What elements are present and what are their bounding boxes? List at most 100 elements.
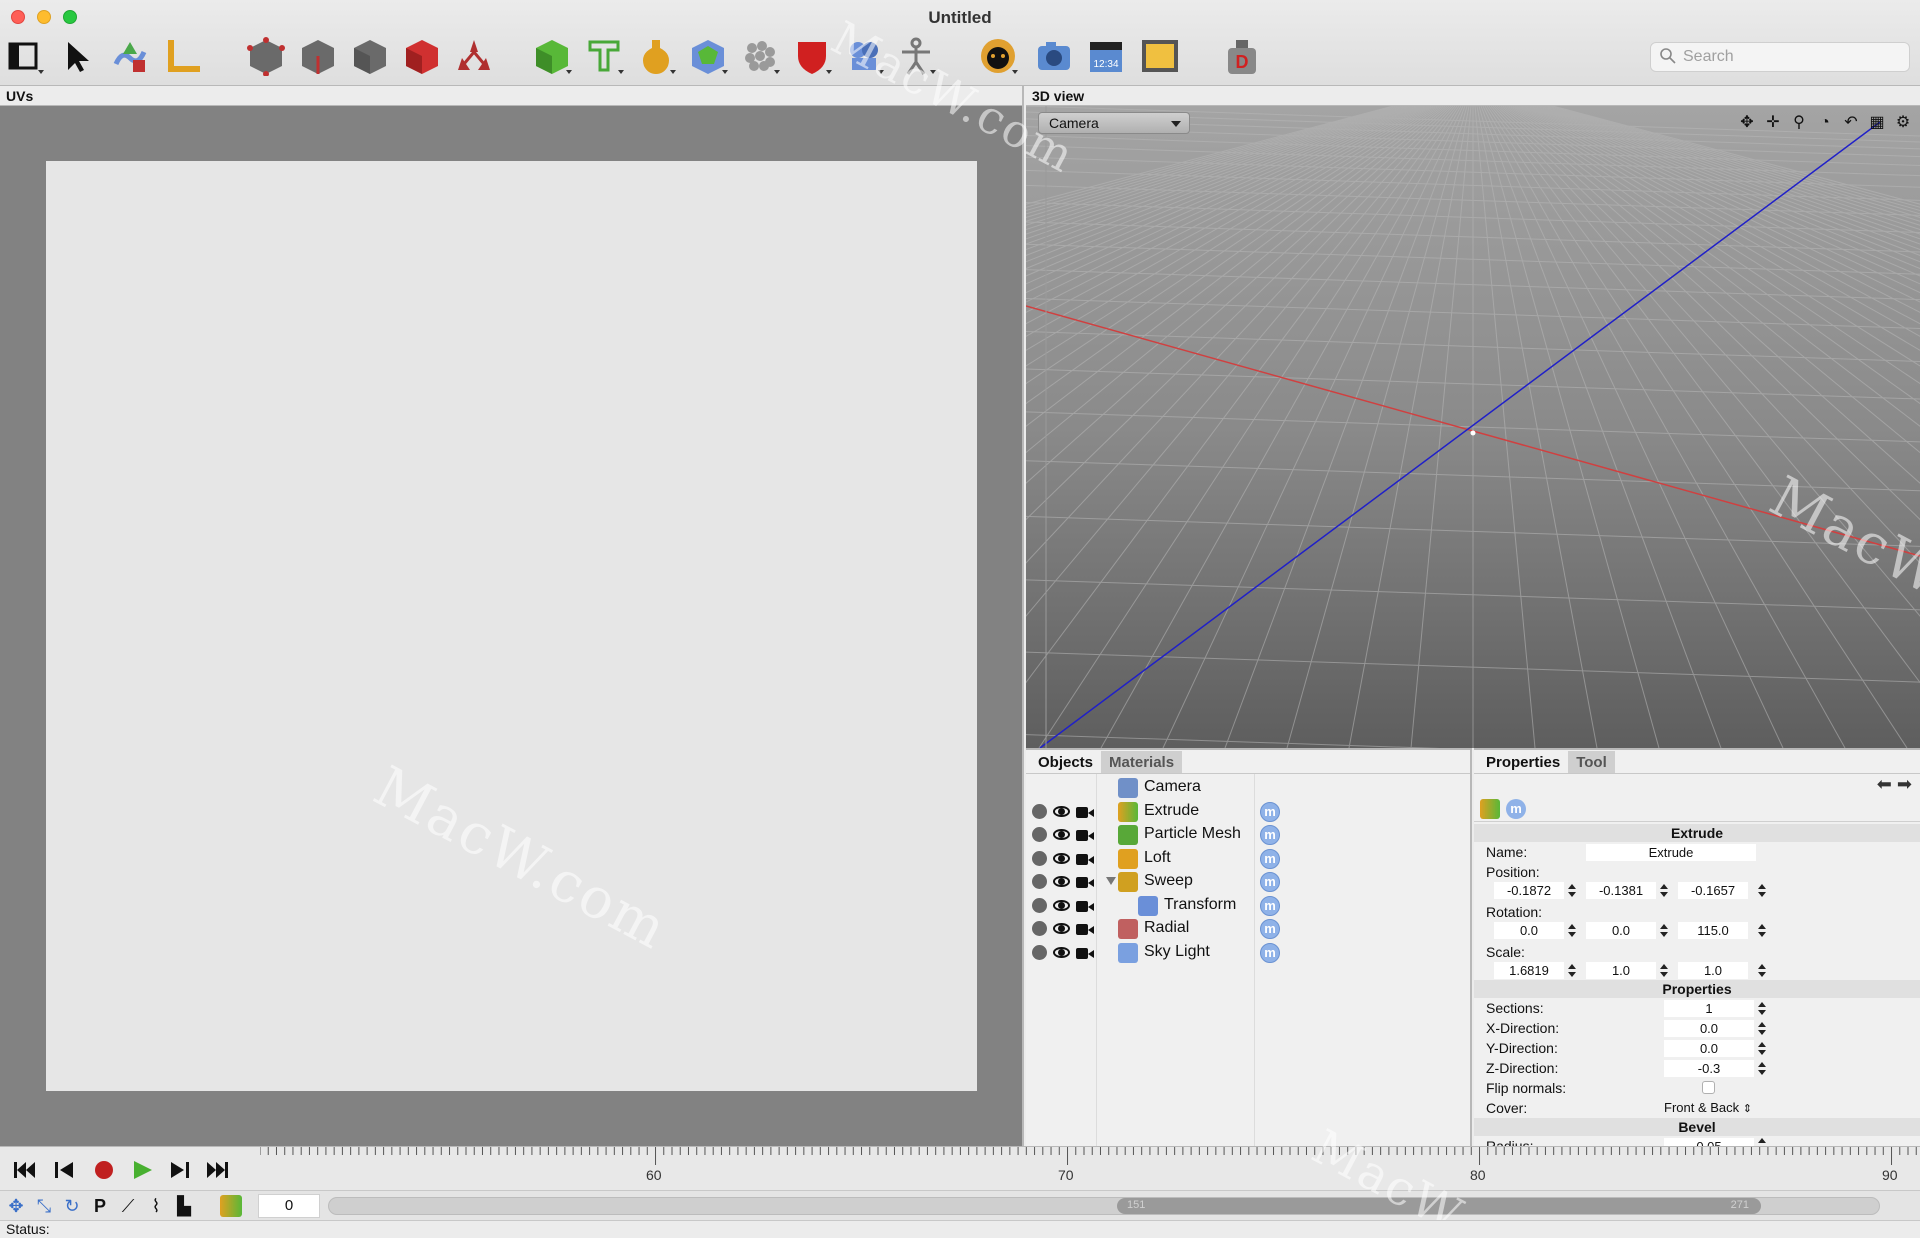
move-icon[interactable]: ✥ <box>6 1195 26 1217</box>
material-badge-icon[interactable]: m <box>1260 942 1280 963</box>
pan-view-icon[interactable]: ✛ <box>1764 114 1782 132</box>
edit-points-icon[interactable] <box>244 34 288 78</box>
tab-tool[interactable]: Tool <box>1568 751 1615 773</box>
scale-z-field[interactable]: 1.0 <box>1678 962 1748 979</box>
rotation-x-stepper[interactable] <box>1568 924 1576 938</box>
material-badge-icon[interactable]: m <box>1260 848 1280 869</box>
search-input[interactable] <box>1683 48 1903 66</box>
scale-x-stepper[interactable] <box>1568 964 1576 978</box>
time-scrubber[interactable]: 151 271 <box>328 1197 1880 1215</box>
search-field[interactable] <box>1650 42 1910 72</box>
z-direction-stepper[interactable] <box>1758 1062 1766 1076</box>
rotation-z-stepper[interactable] <box>1758 924 1766 938</box>
layout-icon[interactable] <box>2 34 46 78</box>
lock-dot-icon[interactable] <box>1032 827 1047 842</box>
position-y-field[interactable]: -0.1381 <box>1586 882 1656 899</box>
step-back-icon[interactable] <box>52 1159 76 1181</box>
play-icon[interactable] <box>130 1159 154 1181</box>
reset-view-icon[interactable]: ◔ <box>1816 114 1834 132</box>
lock-dot-icon[interactable] <box>1032 897 1047 913</box>
eye-icon[interactable] <box>1053 945 1070 960</box>
render-camera-icon[interactable] <box>1076 922 1094 935</box>
figure-icon[interactable] <box>894 34 938 78</box>
zoom-view-icon[interactable]: ⚲ <box>1790 114 1808 132</box>
x-direction-stepper[interactable] <box>1758 1022 1766 1036</box>
lock-dot-icon[interactable] <box>1032 850 1047 866</box>
tab-materials[interactable]: Materials <box>1101 751 1183 773</box>
uv-canvas[interactable] <box>46 161 977 1091</box>
rotation-x-field[interactable]: 0.0 <box>1494 922 1564 939</box>
object-row[interactable]: Sky Light m <box>1026 941 1470 965</box>
skeleton-icon[interactable] <box>452 34 496 78</box>
tab-properties[interactable]: Properties <box>1478 751 1569 773</box>
eye-icon[interactable] <box>1053 804 1070 819</box>
scale-y-stepper[interactable] <box>1660 964 1668 978</box>
ruler-icon[interactable] <box>160 34 204 78</box>
select-arrow-icon[interactable] <box>56 34 100 78</box>
material-badge-icon[interactable]: m <box>1260 895 1280 916</box>
material-badge-icon[interactable]: m <box>1260 919 1280 939</box>
group-icon[interactable] <box>842 34 886 78</box>
render-camera-icon[interactable] <box>1076 899 1094 912</box>
text-icon[interactable] <box>582 34 626 78</box>
position-z-stepper[interactable] <box>1758 884 1766 898</box>
object-row[interactable]: Loft m <box>1026 847 1470 871</box>
lock-dot-icon[interactable] <box>1032 803 1047 819</box>
forward-end-icon[interactable] <box>206 1159 230 1181</box>
pose-icon[interactable]: P <box>90 1195 110 1217</box>
edit-faces-icon[interactable] <box>348 34 392 78</box>
graph-icon[interactable]: ▙ <box>174 1195 194 1217</box>
cover-select[interactable]: Front & Back ⇕ <box>1664 1100 1752 1115</box>
clapper-icon[interactable]: 12:34 <box>1084 34 1128 78</box>
movie-icon[interactable] <box>1138 34 1182 78</box>
rotate-view-icon[interactable]: ✥ <box>1738 114 1756 132</box>
eye-icon[interactable] <box>1053 827 1070 842</box>
object-row[interactable]: Particle Mesh m <box>1026 823 1470 847</box>
position-x-field[interactable]: -0.1872 <box>1494 882 1564 899</box>
object-row[interactable]: Sweep m <box>1026 870 1470 894</box>
eye-icon[interactable] <box>1053 874 1070 889</box>
forward-arrow-icon[interactable]: ➡ <box>1897 774 1912 794</box>
shield-icon[interactable] <box>790 34 834 78</box>
rotate-icon[interactable]: ↻ <box>62 1195 82 1217</box>
radius-stepper[interactable] <box>1758 1138 1766 1146</box>
move-object-icon[interactable] <box>108 34 152 78</box>
track-object-icon[interactable] <box>220 1195 242 1217</box>
brush-icon[interactable]: ⟋ <box>118 1195 138 1217</box>
rotation-y-field[interactable]: 0.0 <box>1586 922 1656 939</box>
record-icon[interactable] <box>92 1159 116 1181</box>
undo-view-icon[interactable]: ↶ <box>1842 114 1860 132</box>
radius-field[interactable]: 0.05 <box>1664 1138 1754 1146</box>
eye-icon[interactable] <box>1053 898 1070 913</box>
frame-input[interactable]: 0 <box>258 1194 320 1218</box>
object-row[interactable]: Radial m <box>1026 917 1470 941</box>
scale-icon[interactable]: ⤡ <box>34 1195 54 1217</box>
object-row[interactable]: Extrude m <box>1026 800 1470 824</box>
step-forward-icon[interactable] <box>168 1159 192 1181</box>
material-badge-icon[interactable]: m <box>1260 801 1280 822</box>
edit-edges-icon[interactable] <box>296 34 340 78</box>
edit-object-icon[interactable] <box>400 34 444 78</box>
eye-icon[interactable] <box>1053 921 1070 936</box>
rewind-start-icon[interactable] <box>12 1159 36 1181</box>
back-arrow-icon[interactable]: ⬅ <box>1877 774 1892 794</box>
sections-stepper[interactable] <box>1758 1002 1766 1016</box>
sections-field[interactable]: 1 <box>1664 1000 1754 1017</box>
view3d-viewport[interactable] <box>1026 106 1920 748</box>
eye-icon[interactable] <box>1053 851 1070 866</box>
tab-objects[interactable]: Objects <box>1030 751 1102 773</box>
scale-z-stepper[interactable] <box>1758 964 1766 978</box>
path-icon[interactable]: ⌇ <box>146 1195 166 1217</box>
render-camera-icon[interactable] <box>1076 852 1094 865</box>
rotation-y-stepper[interactable] <box>1660 924 1668 938</box>
render-camera-icon[interactable] <box>1076 805 1094 818</box>
camera-render-icon[interactable] <box>1032 34 1076 78</box>
gear-icon[interactable]: ⚙ <box>1894 114 1912 132</box>
grid-layout-icon[interactable]: ▦ <box>1868 114 1886 132</box>
object-row[interactable]: Camera <box>1026 776 1470 800</box>
render-camera-icon[interactable] <box>1076 875 1094 888</box>
render-camera-icon[interactable] <box>1076 946 1094 959</box>
z-direction-field[interactable]: -0.3 <box>1664 1060 1754 1077</box>
y-direction-field[interactable]: 0.0 <box>1664 1040 1754 1057</box>
scale-x-field[interactable]: 1.6819 <box>1494 962 1564 979</box>
